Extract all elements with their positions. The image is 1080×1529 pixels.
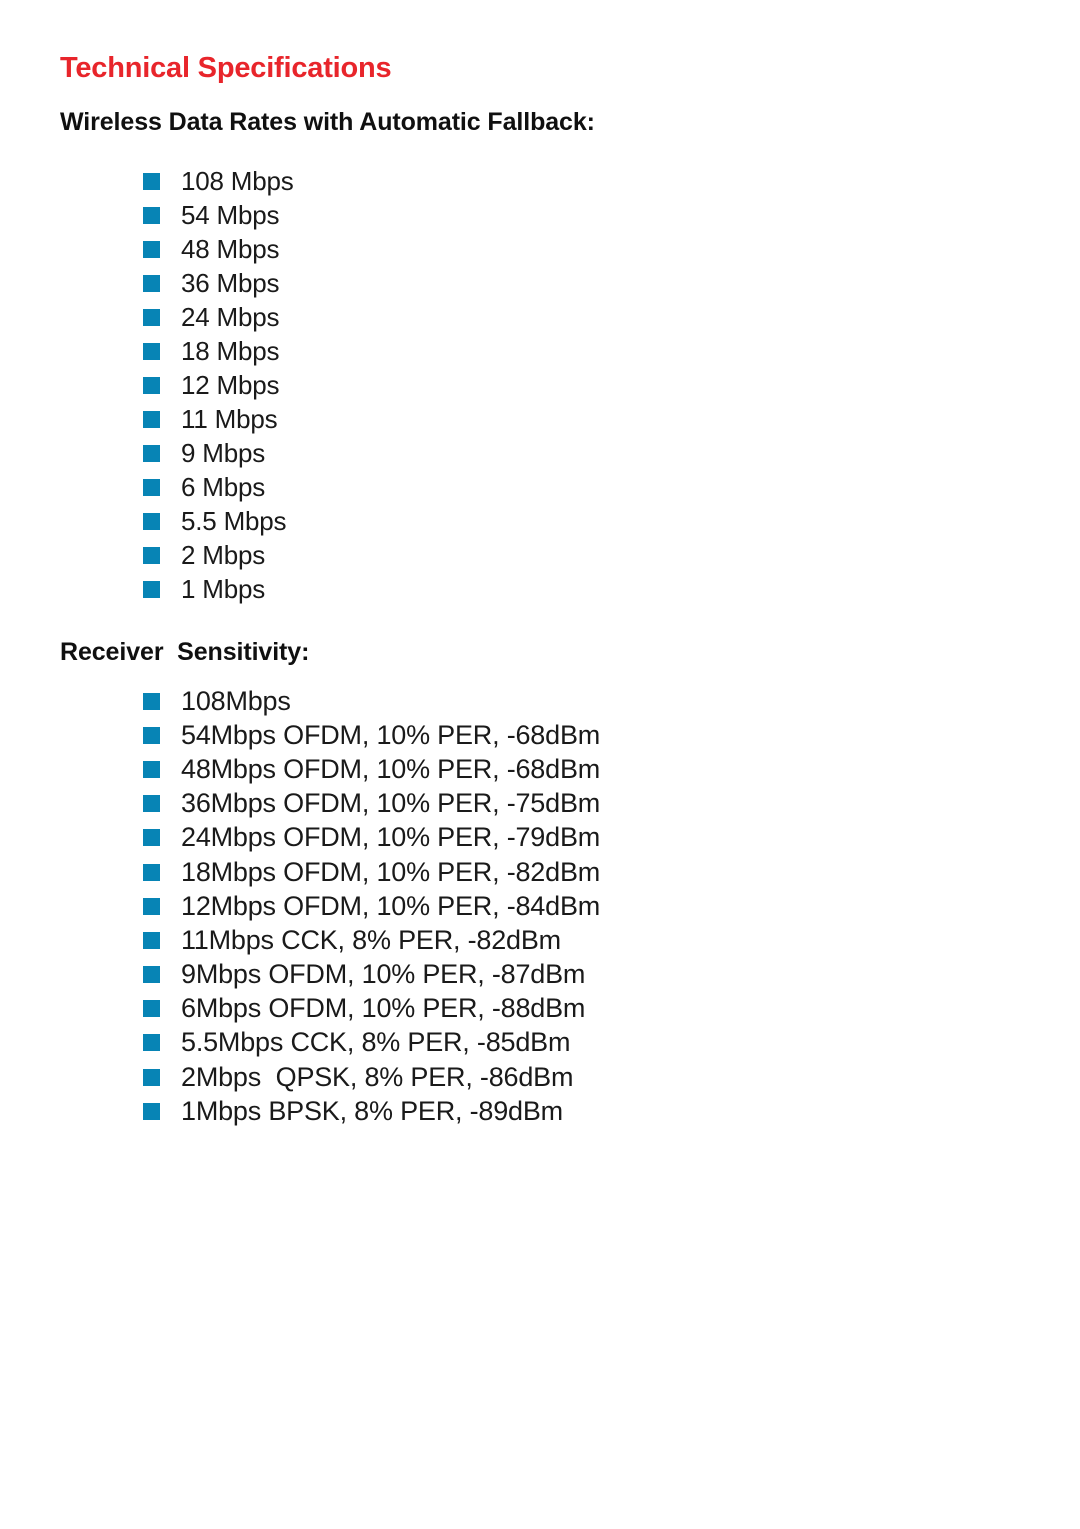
- square-bullet-icon: [143, 1034, 160, 1052]
- square-bullet-icon: [143, 410, 160, 428]
- square-bullet-icon: [143, 308, 160, 326]
- list-item-label: 24Mbps OFDM, 10% PER, -79dBm: [181, 822, 601, 853]
- page-title: Technical Specifications: [60, 52, 392, 84]
- list-item: 36 Mbps: [143, 266, 1080, 300]
- list-item-label: 24 Mbps: [181, 302, 280, 332]
- square-bullet-icon: [143, 1000, 160, 1018]
- square-bullet-icon: [143, 966, 160, 984]
- square-bullet-icon: [143, 1068, 160, 1086]
- list-item-label: 1Mbps BPSK, 8% PER, -89dBm: [181, 1095, 563, 1126]
- list-item-label: 2 Mbps: [181, 540, 266, 570]
- square-bullet-icon: [143, 240, 160, 258]
- list-item-label: 18Mbps OFDM, 10% PER, -82dBm: [181, 856, 601, 887]
- list-item-label: 2Mbps QPSK, 8% PER, -86dBm: [181, 1061, 574, 1092]
- list-item-label: 9Mbps OFDM, 10% PER, -87dBm: [181, 959, 586, 990]
- list-item-label: 54Mbps OFDM, 10% PER, -68dBm: [181, 719, 601, 750]
- square-bullet-icon: [143, 274, 160, 292]
- square-bullet-icon: [143, 512, 160, 530]
- list-item-label: 12Mbps OFDM, 10% PER, -84dBm: [181, 890, 601, 921]
- square-bullet-icon: [143, 795, 160, 813]
- document-page: Technical Specifications Wireless Data R…: [0, 0, 1080, 1529]
- list-item-label: 48 Mbps: [181, 234, 280, 264]
- list-item-label: 11 Mbps: [181, 404, 278, 434]
- list-item-label: 18 Mbps: [181, 336, 280, 366]
- list-item: 18 Mbps: [143, 334, 1080, 368]
- list-item-label: 1 Mbps: [181, 574, 266, 604]
- square-bullet-icon: [143, 172, 160, 190]
- list-item: 48 Mbps: [143, 232, 1080, 266]
- square-bullet-icon: [143, 580, 160, 598]
- list-item: 2Mbps QPSK, 8% PER, -86dBm: [143, 1060, 1080, 1094]
- list-item: 11 Mbps: [143, 402, 1080, 436]
- list-item-label: 11Mbps CCK, 8% PER, -82dBm: [181, 924, 561, 955]
- section-heading-wireless-data-rates: Wireless Data Rates with Automatic Fallb…: [60, 108, 595, 136]
- square-bullet-icon: [143, 1102, 160, 1120]
- list-item-label: 36 Mbps: [181, 268, 280, 298]
- list-item-label: 12 Mbps: [181, 370, 280, 400]
- list-item: 5.5 Mbps: [143, 504, 1080, 538]
- list-item: 108Mbps: [143, 684, 1080, 718]
- list-item-label: 6Mbps OFDM, 10% PER, -88dBm: [181, 993, 586, 1024]
- list-item-label: 108Mbps: [181, 685, 291, 716]
- wireless-data-rates-list: 108 Mbps 54 Mbps 48 Mbps 36 Mbps 24 Mbps…: [143, 164, 1080, 606]
- list-item-label: 54 Mbps: [181, 200, 280, 230]
- list-item: 1Mbps BPSK, 8% PER, -89dBm: [143, 1094, 1080, 1128]
- square-bullet-icon: [143, 863, 160, 881]
- list-item: 54 Mbps: [143, 198, 1080, 232]
- square-bullet-icon: [143, 206, 160, 224]
- list-item: 6Mbps OFDM, 10% PER, -88dBm: [143, 992, 1080, 1026]
- list-item-label: 36Mbps OFDM, 10% PER, -75dBm: [181, 788, 601, 819]
- list-item-label: 9 Mbps: [181, 438, 266, 468]
- list-item: 54Mbps OFDM, 10% PER, -68dBm: [143, 718, 1080, 752]
- square-bullet-icon: [143, 444, 160, 462]
- list-item: 12 Mbps: [143, 368, 1080, 402]
- square-bullet-icon: [143, 546, 160, 564]
- square-bullet-icon: [143, 897, 160, 915]
- square-bullet-icon: [143, 931, 160, 949]
- receiver-sensitivity-list: 108Mbps 54Mbps OFDM, 10% PER, -68dBm 48M…: [143, 684, 1080, 1128]
- list-item: 36Mbps OFDM, 10% PER, -75dBm: [143, 787, 1080, 821]
- list-item: 9Mbps OFDM, 10% PER, -87dBm: [143, 958, 1080, 992]
- list-item-label: 48Mbps OFDM, 10% PER, -68dBm: [181, 753, 601, 784]
- square-bullet-icon: [143, 376, 160, 394]
- list-item: 48Mbps OFDM, 10% PER, -68dBm: [143, 752, 1080, 786]
- section-heading-receiver-sensitivity: Receiver Sensitivity:: [60, 638, 310, 666]
- list-item-label: 5.5Mbps CCK, 8% PER, -85dBm: [181, 1027, 571, 1058]
- list-item: 9 Mbps: [143, 436, 1080, 470]
- list-item: 12Mbps OFDM, 10% PER, -84dBm: [143, 889, 1080, 923]
- list-item: 5.5Mbps CCK, 8% PER, -85dBm: [143, 1026, 1080, 1060]
- square-bullet-icon: [143, 342, 160, 360]
- list-item: 108 Mbps: [143, 164, 1080, 198]
- list-item: 1 Mbps: [143, 572, 1080, 606]
- square-bullet-icon: [143, 478, 160, 496]
- square-bullet-icon: [143, 760, 160, 778]
- list-item-label: 108 Mbps: [181, 166, 294, 196]
- list-item: 2 Mbps: [143, 538, 1080, 572]
- square-bullet-icon: [143, 726, 160, 744]
- list-item: 11Mbps CCK, 8% PER, -82dBm: [143, 923, 1080, 957]
- list-item: 24 Mbps: [143, 300, 1080, 334]
- list-item-label: 6 Mbps: [181, 472, 266, 502]
- list-item: 18Mbps OFDM, 10% PER, -82dBm: [143, 855, 1080, 889]
- list-item: 6 Mbps: [143, 470, 1080, 504]
- list-item: 24Mbps OFDM, 10% PER, -79dBm: [143, 821, 1080, 855]
- square-bullet-icon: [143, 829, 160, 847]
- square-bullet-icon: [143, 692, 160, 710]
- list-item-label: 5.5 Mbps: [181, 506, 287, 536]
